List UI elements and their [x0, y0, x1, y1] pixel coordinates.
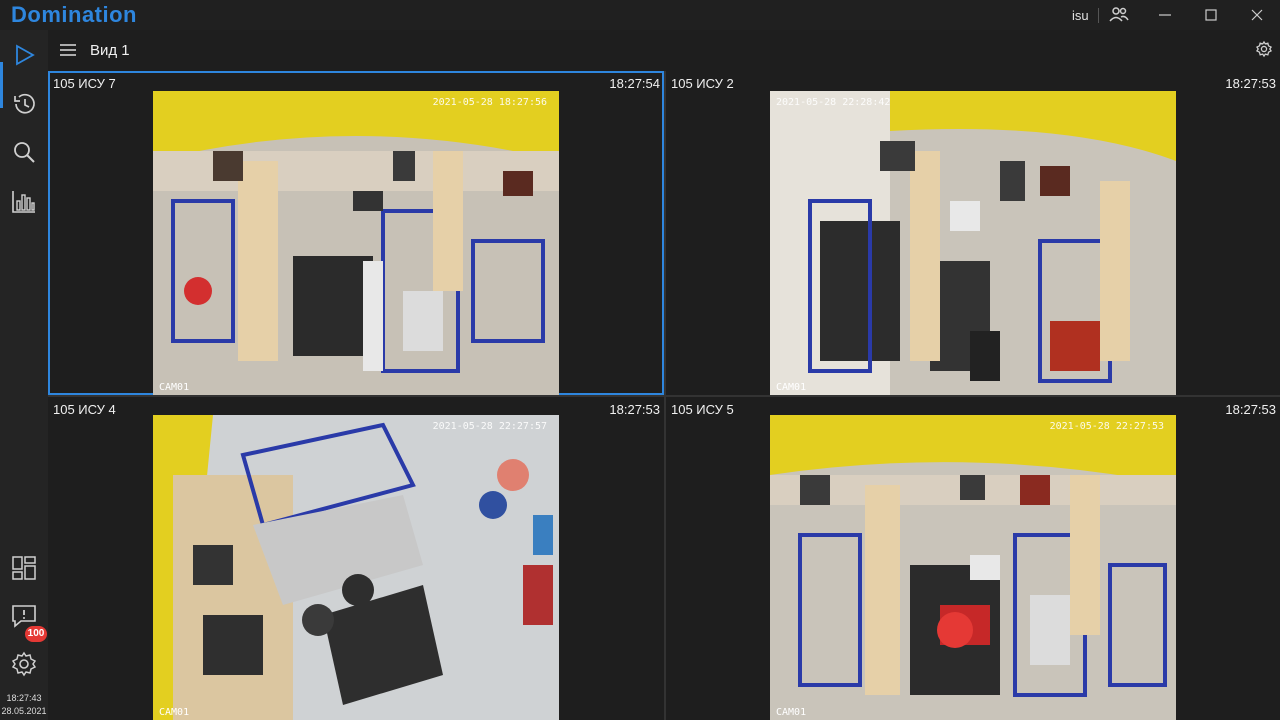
camera-feed[interactable]: 2021-05-28 22:28:42 CAM01: [770, 91, 1176, 395]
sidebar: 100 18:27:43 28.05.2021: [0, 30, 48, 720]
camera-name: 105 ИСУ 5: [671, 402, 734, 417]
camera-time: 18:27:53: [1225, 402, 1276, 417]
gear-icon[interactable]: [10, 650, 38, 678]
history-icon[interactable]: [10, 90, 38, 118]
camera-osd-timestamp: 2021-05-28 22:28:42: [776, 97, 891, 108]
search-icon[interactable]: [10, 138, 38, 166]
camera-osd-label: CAM01: [159, 382, 190, 393]
close-icon[interactable]: [1247, 5, 1267, 25]
camera-tile[interactable]: 105 ИСУ 7 18:27:54 2021-05-28 18:27:56 C…: [48, 71, 664, 395]
grid-divider-horizontal: [48, 395, 1280, 397]
menu-icon[interactable]: [59, 42, 77, 58]
play-icon[interactable]: [10, 41, 38, 69]
view-settings-gear-icon[interactable]: [1255, 40, 1273, 58]
maximize-icon[interactable]: [1201, 5, 1221, 25]
camera-osd-timestamp: 2021-05-28 22:27:57: [432, 421, 547, 432]
view-toolbar: [48, 30, 1280, 70]
camera-feed[interactable]: 2021-05-28 22:27:53 CAM01: [770, 415, 1176, 720]
minimize-icon[interactable]: [1155, 5, 1175, 25]
camera-osd-timestamp: 2021-05-28 18:27:56: [432, 97, 547, 108]
camera-tile[interactable]: 105 ИСУ 4 18:27:53 2021-05-28 22:27:57 C…: [48, 397, 664, 720]
camera-osd-label: CAM01: [159, 707, 190, 718]
camera-name: 105 ИСУ 7: [53, 76, 116, 91]
sidebar-clock-time: 18:27:43: [6, 693, 42, 703]
camera-time: 18:27:53: [609, 402, 660, 417]
camera-tile[interactable]: 105 ИСУ 2 18:27:53 2021-05-28 22:28:42 C…: [666, 71, 1280, 395]
camera-osd-timestamp: 2021-05-28 22:27:53: [1049, 421, 1164, 432]
events-badge: 100: [25, 626, 47, 642]
camera-feed[interactable]: 2021-05-28 22:27:57 CAM01: [153, 415, 559, 720]
camera-name: 105 ИСУ 2: [671, 76, 734, 91]
camera-name: 105 ИСУ 4: [53, 402, 116, 417]
bar-chart-icon[interactable]: [10, 187, 38, 215]
title-bar: Domination isu: [0, 0, 1280, 30]
sidebar-clock-date: 28.05.2021: [1, 706, 47, 716]
title-separator: [1098, 8, 1099, 23]
user-name[interactable]: isu: [1072, 8, 1089, 23]
camera-feed[interactable]: 2021-05-28 18:27:56 CAM01: [153, 91, 559, 395]
users-icon[interactable]: [1108, 5, 1130, 25]
camera-tile[interactable]: 105 ИСУ 5 18:27:53 2021-05-28 22:27:53 C…: [666, 397, 1280, 720]
sidebar-active-indicator: [0, 62, 3, 108]
app-logo: Domination: [11, 2, 137, 27]
layout-icon[interactable]: [10, 554, 38, 582]
camera-osd-label: CAM01: [776, 707, 807, 718]
camera-osd-label: CAM01: [776, 382, 807, 393]
view-title: Вид 1: [90, 42, 130, 59]
camera-time: 18:27:53: [1225, 76, 1276, 91]
camera-time: 18:27:54: [609, 76, 660, 91]
